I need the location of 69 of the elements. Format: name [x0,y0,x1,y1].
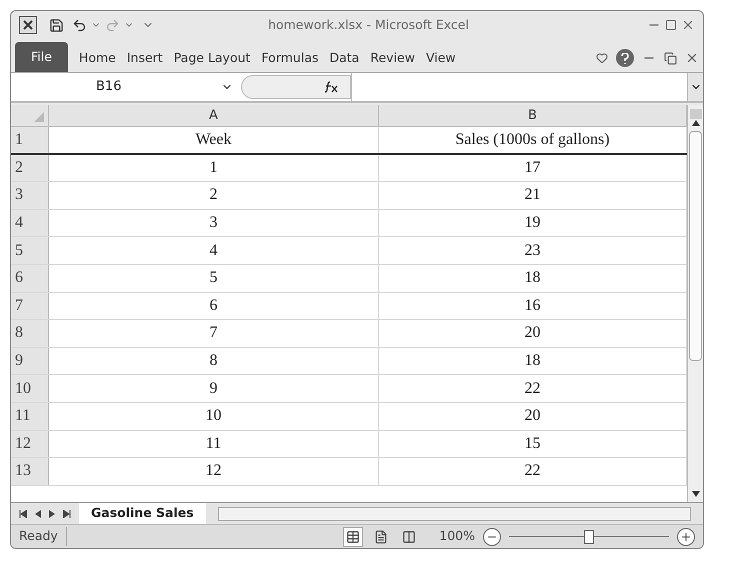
row-header[interactable]: 6 [11,264,49,292]
scroll-thumb[interactable] [689,131,702,361]
next-sheet-icon[interactable] [49,510,55,518]
help-icon[interactable] [616,49,634,67]
row-header[interactable]: 5 [11,237,49,264]
table-cell: 5 [49,264,379,292]
table-cell: 3 [49,210,379,236]
vertical-scrollbar[interactable] [687,105,703,502]
row-header[interactable]: 2 [11,154,49,182]
row-header[interactable]: 4 [11,210,49,236]
scroll-up-icon[interactable] [690,119,700,127]
plus-icon [680,530,692,542]
ribbon-tab[interactable]: Home [78,44,116,72]
restore-icon[interactable] [664,52,677,64]
ribbon-tab[interactable]: Data [330,44,360,72]
table-cell: 1 [49,154,379,182]
zoom-out-button[interactable] [483,528,501,546]
maximize-icon[interactable] [665,19,677,31]
table-cell: 8 [49,348,379,374]
row-header[interactable]: 7 [11,292,49,320]
triangle-icon [34,112,44,122]
row-header[interactable]: 10 [11,375,49,402]
break-view-icon [402,530,416,544]
save-icon[interactable] [49,18,64,32]
table-cell: 12 [49,458,379,485]
table-cell: 11 [49,430,379,458]
ribbon-tab[interactable]: Insert [126,44,163,72]
horizontal-scrollbar[interactable] [218,506,691,520]
ribbon-tab[interactable]: Formulas [261,44,318,72]
close-icon[interactable] [685,51,699,65]
last-sheet-icon[interactable] [63,510,71,518]
first-sheet-icon[interactable] [19,510,27,518]
close-icon[interactable] [681,18,695,32]
window-title: homework.xlsx - Microsoft Excel [267,16,470,34]
layout-view-icon [374,530,388,544]
table-cell: 10 [49,402,379,430]
zoom-in-button[interactable] [677,528,695,546]
table-cell: Week [49,127,379,153]
normal-view-icon [346,530,360,544]
sheet-tab[interactable]: Gasoline Sales [79,503,206,524]
zoom-level: 100% [439,527,475,546]
row-header[interactable]: 11 [11,402,49,430]
row-header[interactable]: 12 [11,430,49,458]
row-header[interactable]: 8 [11,320,49,347]
slider-thumb[interactable] [584,530,594,544]
ribbon-tab[interactable]: Page Layout [174,44,250,72]
row-header[interactable]: 13 [11,458,49,485]
zoom-slider[interactable] [509,530,669,544]
table-cell: 2 [49,182,379,209]
view-button[interactable] [343,526,364,546]
column-header[interactable]: A [49,105,379,126]
expand-icon[interactable] [687,73,703,101]
row-header[interactable]: 3 [11,182,49,209]
table-cell: 4 [49,237,379,264]
table-cell: 9 [49,375,379,402]
table-cell: 7 [49,320,379,347]
file-tab[interactable]: File [15,42,68,72]
row-header[interactable]: 1 [11,127,49,153]
row-header[interactable]: 9 [11,348,49,374]
app-icon[interactable] [19,16,37,34]
ribbon-tab[interactable]: View [426,44,456,72]
scroll-down-icon[interactable] [690,490,700,498]
ribbon-tab[interactable]: Review [370,44,415,72]
status-text: Ready [19,527,67,546]
function-icon [324,81,338,93]
table-cell: 6 [49,292,379,320]
previous-sheet-icon[interactable] [35,510,41,518]
undo-icon[interactable] [72,18,87,32]
split-handle[interactable] [690,109,702,119]
